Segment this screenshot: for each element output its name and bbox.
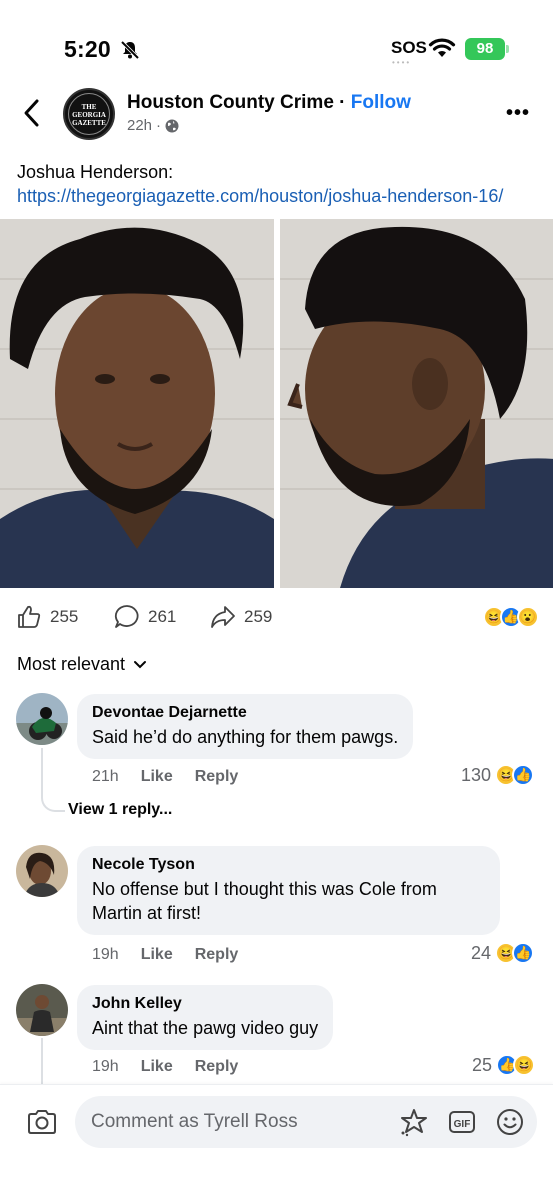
follow-button[interactable]: Follow <box>351 92 411 113</box>
comment-reaction-count[interactable]: 130 😆 👍 <box>461 764 535 786</box>
page-name[interactable]: Houston County Crime <box>127 92 334 113</box>
share-count: 259 <box>244 607 273 626</box>
commenter-avatar[interactable] <box>16 845 68 897</box>
comment-time[interactable]: 19h <box>92 946 119 964</box>
comment-time[interactable]: 21h <box>92 768 119 786</box>
sos-indicator: SOS <box>391 38 427 57</box>
gif-icon[interactable]: GIF <box>447 1107 477 1137</box>
share-arrow-icon <box>211 606 235 628</box>
camera-icon[interactable] <box>26 1107 58 1137</box>
composer-tools: GIF <box>399 1107 525 1137</box>
sort-label: Most relevant <box>17 654 126 674</box>
haha-reaction-icon: 😆 <box>513 1054 536 1076</box>
more-options-icon[interactable]: ••• <box>506 102 530 125</box>
wow-reaction-icon: 😮 <box>517 606 539 628</box>
comment-reply-button[interactable]: Reply <box>195 946 239 964</box>
comment-action[interactable]: 261 <box>114 604 176 630</box>
commenter-name[interactable]: Devontae Dejarnette <box>92 703 398 723</box>
post-actions: 255 261 259 😆 👍 😮 <box>0 598 553 638</box>
reaction-count: 24 <box>471 942 492 963</box>
back-arrow-icon[interactable] <box>18 96 46 130</box>
status-bar: 5:20 SOS •••• 98 <box>0 0 553 84</box>
globe-icon <box>165 119 179 132</box>
comment-reply-button[interactable]: Reply <box>195 768 239 786</box>
comment-bubble-icon <box>114 605 139 628</box>
thread-line <box>41 748 43 782</box>
comment-text: No offense but I thought this was Cole f… <box>92 879 437 923</box>
thread-connector <box>41 780 65 812</box>
post-photos[interactable] <box>0 219 553 588</box>
mugshot-front-photo[interactable] <box>0 219 274 588</box>
post-text-prefix: Joshua Henderson: <box>17 162 174 182</box>
post-text: Joshua Henderson: https://thegeorgiagaze… <box>17 160 537 208</box>
comment-meta: 21h Like Reply <box>92 768 238 786</box>
avatar-sticker-icon[interactable] <box>399 1107 429 1137</box>
comment-like-button[interactable]: Like <box>141 946 173 964</box>
meta-separator: · <box>156 117 162 134</box>
wifi-icon <box>428 38 456 57</box>
post-meta: 22h · <box>127 117 179 134</box>
thread-line <box>41 1038 43 1084</box>
like-count: 255 <box>50 607 79 626</box>
thumbs-up-icon <box>18 605 41 628</box>
chevron-down-icon <box>134 660 147 668</box>
signal-dots-icon: •••• <box>392 58 412 67</box>
svg-text:GIF: GIF <box>454 1119 471 1130</box>
comment-sort-dropdown[interactable]: Most relevant <box>17 654 147 675</box>
georgia-gazette-logo: THE GEORGIA GAZETTE <box>72 103 106 127</box>
commenter-avatar[interactable] <box>16 984 68 1036</box>
name-separator: · <box>339 92 346 113</box>
battery-icon: 98 <box>465 38 509 60</box>
comment-reaction-count[interactable]: 24 😆 👍 <box>471 942 535 964</box>
like-reaction-icon: 👍 <box>512 764 535 786</box>
reaction-count: 25 <box>472 1054 493 1075</box>
like-reaction-icon: 👍 <box>512 942 535 964</box>
comment-reply-button[interactable]: Reply <box>195 1058 239 1076</box>
comment-like-button[interactable]: Like <box>141 1058 173 1076</box>
comment-bubble[interactable]: John Kelley Aint that the pawg video guy <box>77 985 334 1050</box>
comment-reaction-count[interactable]: 25 👍 😆 <box>472 1054 536 1076</box>
comment-bubble[interactable]: Necole Tyson No offense but I thought th… <box>77 846 500 935</box>
emoji-icon[interactable] <box>495 1107 525 1137</box>
comment-meta: 19h Like Reply <box>92 1058 238 1076</box>
commenter-avatar[interactable] <box>16 693 68 745</box>
mugshot-side-photo[interactable] <box>279 219 553 588</box>
post-time[interactable]: 22h <box>127 117 152 134</box>
comment-meta: 19h Like Reply <box>92 946 238 964</box>
comment-count: 261 <box>148 607 177 626</box>
page-avatar[interactable]: THE GEORGIA GAZETTE <box>63 88 115 140</box>
comment-like-button[interactable]: Like <box>141 768 173 786</box>
reaction-count: 130 <box>461 764 492 785</box>
commenter-name[interactable]: John Kelley <box>92 994 318 1014</box>
commenter-name[interactable]: Necole Tyson <box>92 855 485 875</box>
post-link[interactable]: https://thegeorgiagazette.com/houston/jo… <box>17 186 503 206</box>
post-header: THE GEORGIA GAZETTE Houston County Crime ·… <box>0 84 553 150</box>
like-action[interactable]: 255 <box>16 604 78 630</box>
comment-text: Aint that the pawg video guy <box>92 1018 319 1038</box>
share-action[interactable]: 259 <box>210 604 272 630</box>
comment-text: Said he’d do anything for them pawgs. <box>92 727 399 747</box>
bell-off-icon <box>120 40 140 60</box>
view-replies-link[interactable]: View 1 reply... <box>68 801 172 819</box>
comment-bubble[interactable]: Devontae Dejarnette Said he’d do anythin… <box>77 694 414 759</box>
comment-time[interactable]: 19h <box>92 1058 119 1076</box>
comment-composer: GIF <box>0 1084 553 1200</box>
status-time: 5:20 <box>64 36 111 62</box>
reaction-summary[interactable]: 😆 👍 😮 <box>483 606 539 628</box>
page-name-line: Houston County Crime · Follow <box>127 92 411 114</box>
